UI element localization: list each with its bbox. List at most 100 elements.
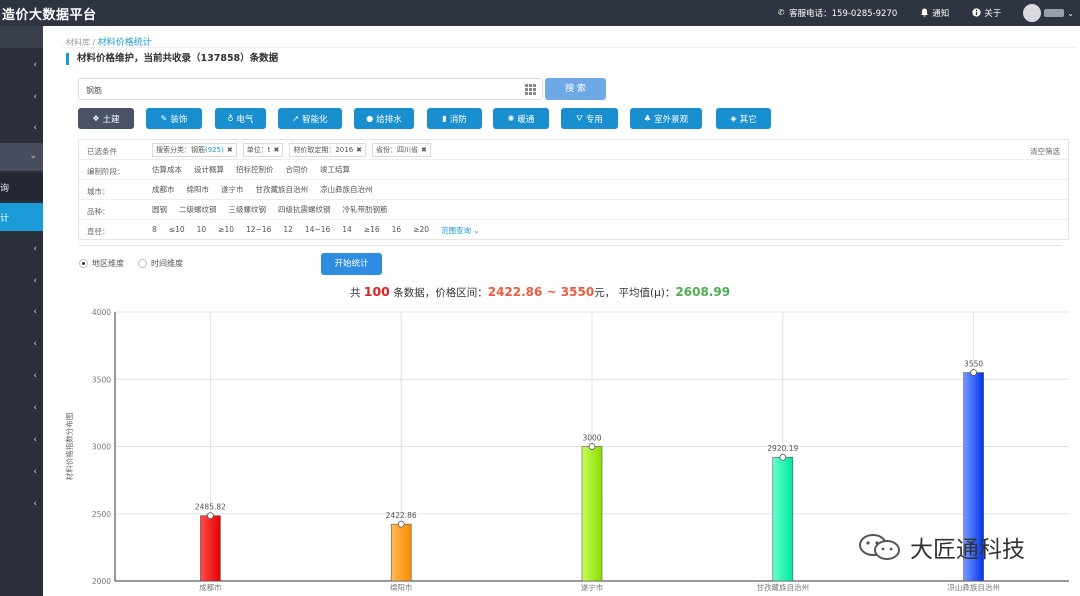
chevron-left-icon: ‹: [33, 123, 37, 133]
filter-option[interactable]: 12~16: [246, 223, 271, 237]
grid-icon[interactable]: [525, 84, 536, 95]
filter-option[interactable]: 甘孜藏族自治州: [256, 183, 309, 197]
category-button-zhuangshi[interactable]: ✎ 装饰: [146, 108, 202, 129]
filter-option[interactable]: 8: [152, 223, 157, 237]
category-button-xiaofang[interactable]: ▮ 消防: [427, 108, 482, 129]
road-icon: ⛛: [576, 113, 583, 123]
filter-option[interactable]: 成都市: [152, 183, 175, 197]
sidebar-subitem-statistics[interactable]: 计: [0, 203, 43, 231]
filter-option[interactable]: 16: [392, 223, 402, 237]
category-label: 电气: [236, 114, 254, 125]
phone-icon: ✆: [777, 8, 785, 17]
clear-filters-link[interactable]: 清空筛选: [1030, 146, 1060, 157]
sidebar-item[interactable]: ‹: [0, 299, 43, 327]
filter-option[interactable]: 三级螺纹钢: [229, 203, 267, 217]
sidebar-item[interactable]: ‹: [0, 363, 43, 391]
category-button-zhuanyong[interactable]: ⛛ 专用: [561, 108, 618, 129]
category-button-shiwaijingguan[interactable]: ♣ 室外景观: [630, 108, 702, 129]
radio-region[interactable]: 地区维度: [79, 258, 124, 269]
filter-row-variety: 品种： 圆钢 二级螺纹钢 三级螺纹钢 四级抗震螺纹钢 冷轧带肋钢筋: [79, 200, 1068, 220]
selected-tag[interactable]: 材价取定期：2016 ✖: [289, 143, 367, 157]
filter-option[interactable]: ≥10: [218, 223, 234, 237]
start-statistics-button[interactable]: 开始统计: [321, 253, 382, 275]
hotline[interactable]: ✆ 客服电话：159-0285-9270: [776, 7, 897, 19]
filter-option[interactable]: 招标控制价: [236, 163, 274, 177]
filter-option[interactable]: 合同价: [286, 163, 309, 177]
filter-option[interactable]: 14: [342, 223, 352, 237]
category-button-geipaishui[interactable]: ● 给排水: [354, 108, 414, 129]
sidebar-item[interactable]: ‹: [0, 115, 43, 143]
sidebar-item[interactable]: ‹: [0, 236, 43, 264]
filter-option[interactable]: 14~16: [305, 223, 330, 237]
x-tick-label: 遂宁市: [581, 582, 604, 592]
tag-text: 单位：t: [246, 146, 271, 154]
about-button[interactable]: 关于: [971, 7, 1001, 19]
filter-option[interactable]: 四级抗震螺纹钢: [278, 203, 331, 217]
sidebar-item[interactable]: ‹: [0, 395, 43, 423]
selected-tag[interactable]: 单位：t ✖: [242, 143, 284, 157]
chevron-left-icon: ‹: [33, 307, 37, 317]
filter-option[interactable]: 竣工结算: [320, 163, 350, 177]
sidebar-item[interactable]: ‹: [0, 84, 43, 112]
filter-option[interactable]: 设计概算: [194, 163, 224, 177]
radio-time[interactable]: 时间维度: [138, 258, 183, 269]
filter-option[interactable]: 12: [283, 223, 293, 237]
filter-option[interactable]: 10: [197, 223, 207, 237]
data-label: 2920.19: [767, 444, 798, 453]
selected-tag[interactable]: 搜索分类：钢筋 (925) ✖: [152, 143, 237, 157]
bar-point: [779, 453, 787, 461]
search-input[interactable]: 钢筋: [78, 78, 543, 100]
category-button-dianqi[interactable]: ♁ 电气: [215, 108, 266, 129]
watermark: 大匠通科技: [858, 530, 1025, 564]
app-title: 造价大数据平台: [2, 8, 97, 23]
filter-option[interactable]: ≥20: [413, 223, 429, 237]
chevron-left-icon: ‹: [33, 244, 37, 254]
category-button-zhinenghua[interactable]: ➚ 智能化: [278, 108, 342, 129]
selected-tag[interactable]: 省份：四川省 ✖: [372, 143, 431, 157]
bulb-icon: ♁: [227, 114, 234, 123]
close-icon[interactable]: ✖: [273, 144, 279, 156]
filter-option[interactable]: ≥16: [364, 223, 380, 237]
filter-option[interactable]: 二级螺纹钢: [179, 203, 217, 217]
sidebar-item-expanded[interactable]: ⌄: [0, 143, 43, 171]
category-label: 其它: [739, 114, 757, 125]
search-button[interactable]: 搜 索: [545, 78, 606, 100]
filter-option[interactable]: 遂宁市: [221, 183, 244, 197]
category-button-tujian[interactable]: ❖ 土建: [78, 108, 134, 129]
radio-label: 地区维度: [92, 259, 124, 268]
user-menu[interactable]: ⌄: [1023, 4, 1074, 22]
filter-option[interactable]: ≤10: [169, 223, 185, 237]
notice-label: 通知: [932, 9, 950, 19]
close-icon[interactable]: ✖: [227, 144, 233, 156]
summary-range: 2422.86 ~ 3550: [487, 285, 595, 299]
bar: [390, 523, 412, 582]
sidebar-item[interactable]: ‹: [0, 331, 43, 359]
sidebar-item[interactable]: ‹: [0, 427, 43, 455]
close-icon[interactable]: ✖: [421, 144, 427, 156]
filter-label: 已选条件: [87, 147, 117, 156]
bar: [200, 515, 221, 582]
sidebar-item[interactable]: ‹: [0, 459, 43, 487]
y-tick-label: 2000: [92, 577, 111, 586]
category-button-nuantong[interactable]: ✺ 暖通: [493, 108, 549, 129]
selected-tags: 搜索分类：钢筋 (925) ✖ 单位：t ✖ 材价取定期：2016 ✖ 省份：四川省 ✖: [152, 143, 437, 157]
range-query-link[interactable]: 范围查询 ⌄: [441, 225, 480, 236]
category-label: 室外景观: [654, 114, 689, 125]
notice-button[interactable]: 通知: [919, 7, 949, 19]
category-button-qita[interactable]: ◈ 其它: [716, 108, 771, 129]
sidebar-subitem-query[interactable]: 询: [0, 173, 43, 201]
tag-text: 搜索分类：钢筋: [156, 146, 205, 154]
filter-option[interactable]: 圆钢: [152, 203, 167, 217]
sidebar-item[interactable]: ‹: [0, 52, 43, 80]
close-icon[interactable]: ✖: [356, 144, 362, 156]
breadcrumb-parent[interactable]: 材料库 /: [66, 38, 95, 47]
filter-option[interactable]: 凉山彝族自治州: [320, 183, 373, 197]
filter-label: 品种：: [87, 207, 110, 216]
brush-icon: ✎: [160, 114, 168, 123]
sidebar-subitem-label: 询: [0, 184, 10, 194]
filter-option[interactable]: 绵阳市: [187, 183, 210, 197]
sidebar-item[interactable]: ‹: [0, 491, 43, 519]
filter-option[interactable]: 冷轧带肋钢筋: [343, 203, 388, 217]
bar-point: [970, 369, 977, 376]
filter-option[interactable]: 估算成本: [152, 163, 182, 177]
